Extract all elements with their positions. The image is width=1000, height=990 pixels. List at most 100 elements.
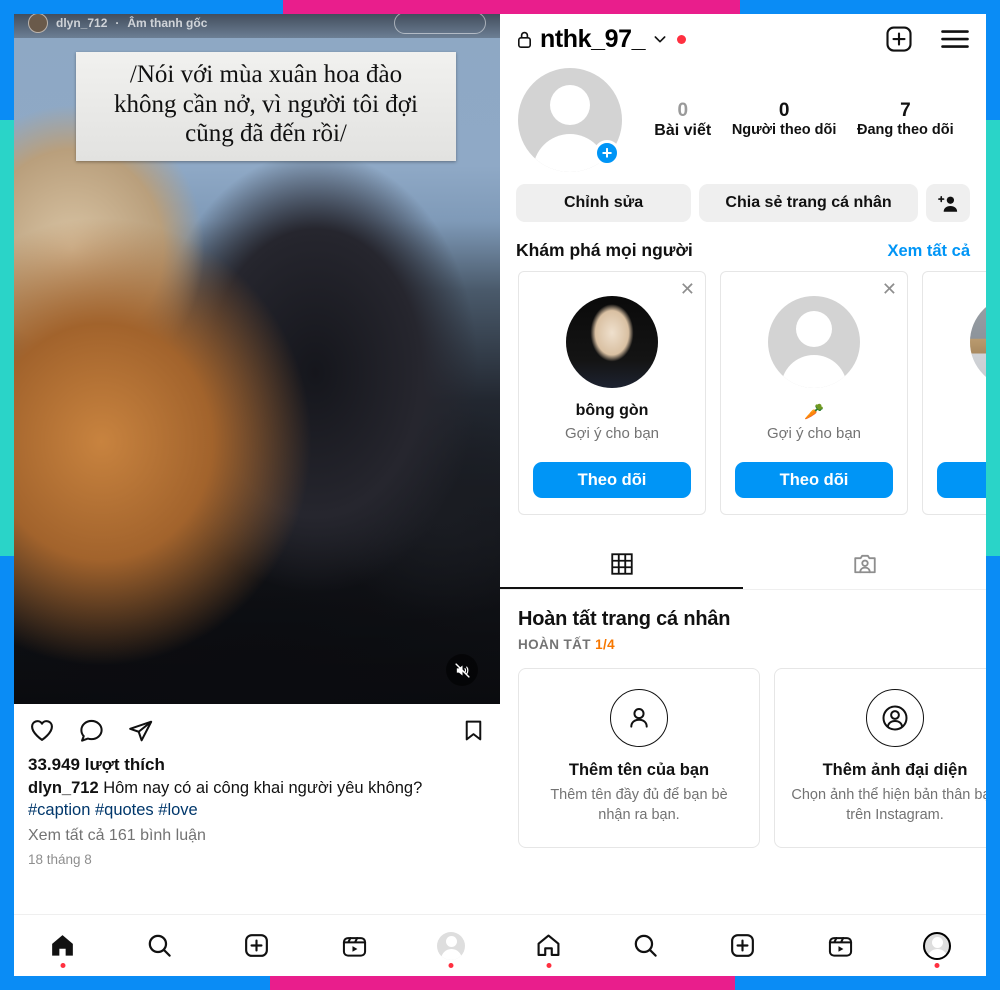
bookmark-icon	[465, 720, 482, 740]
quote-overlay: /Nói với mùa xuân hoa đào không cần nở, …	[76, 52, 456, 161]
tab-grid[interactable]	[500, 541, 743, 589]
discover-people-button[interactable]	[926, 184, 970, 222]
complete-card-title: Thêm ảnh đại diện	[822, 761, 968, 779]
search-icon	[634, 934, 658, 957]
complete-card[interactable]: Thêm tên của bạn Thêm tên đầy đủ để bạn …	[518, 668, 760, 849]
quote-line-2: không cần nở, vì người tôi đợi	[114, 90, 418, 118]
stat-followers-value: 0	[778, 99, 790, 121]
nav-home-badge-dot	[546, 962, 552, 968]
overlay-separator: ·	[115, 15, 120, 30]
reels-icon	[342, 937, 366, 957]
overlay-avatar	[28, 14, 48, 33]
overlay-username: dlyn_712	[56, 15, 108, 30]
left-bottom-navbar	[14, 914, 500, 976]
like-button[interactable]	[28, 716, 56, 749]
nav-search-left[interactable]	[130, 922, 190, 970]
nav-reels-left[interactable]	[324, 922, 384, 970]
right-bottom-navbar	[500, 914, 986, 976]
close-icon[interactable]: ✕	[680, 280, 695, 298]
complete-card-desc: Thêm tên đầy đủ để bạn bè nhận ra bạn.	[550, 787, 728, 823]
complete-profile-header: Hoàn tất trang cá nhân HOÀN TẤT 1/4	[500, 590, 986, 652]
nav-profile-badge-dot	[934, 962, 940, 968]
suggestion-avatar	[566, 296, 658, 388]
suggestion-card[interactable]: ✕ Hoàn Gợi ý c The	[922, 271, 986, 515]
stat-posts-value: 0	[677, 99, 689, 121]
nav-create-left[interactable]	[227, 922, 287, 970]
caption-hashtags[interactable]: #caption #quotes #love	[28, 800, 486, 822]
nav-search-right[interactable]	[616, 922, 676, 970]
suggestion-name: bông gòn	[575, 402, 649, 419]
mute-toggle-button[interactable]	[446, 654, 478, 686]
discover-see-all-link[interactable]: Xem tất cả	[887, 242, 970, 261]
comment-button[interactable]	[78, 717, 105, 749]
follow-button[interactable]: Theo dõi	[735, 462, 893, 498]
stat-following[interactable]: 7 Đang theo dõi	[857, 100, 954, 141]
complete-profile-cards[interactable]: Thêm tên của bạn Thêm tên đầy đủ để bạn …	[500, 652, 986, 849]
caption-username[interactable]: dlyn_712	[28, 779, 99, 797]
chevron-down-icon[interactable]	[652, 31, 668, 47]
decor-band-right-teal	[986, 120, 1000, 556]
comment-bubble-icon	[80, 719, 103, 742]
overlay-follow-button[interactable]	[394, 14, 486, 34]
nav-profile-left[interactable]	[421, 922, 481, 970]
quote-line-3: cũng đã đến rồi/	[185, 120, 347, 147]
stat-followers[interactable]: 0 Người theo dõi	[732, 100, 837, 141]
nav-profile-right[interactable]	[907, 922, 967, 970]
nav-home-right[interactable]	[519, 922, 579, 970]
stat-posts[interactable]: 0 Bài viết	[654, 100, 711, 141]
follow-button[interactable]: Theo dõi	[533, 462, 691, 498]
lock-icon	[517, 31, 532, 48]
nav-home-left[interactable]	[33, 922, 93, 970]
grid-icon	[610, 553, 633, 575]
discover-title: Khám phá mọi người	[516, 240, 693, 260]
progress-label: HOÀN TẤT	[518, 637, 591, 652]
tagged-person-icon	[853, 554, 876, 574]
profile-tabs	[500, 541, 986, 590]
account-notification-dot	[677, 34, 687, 44]
screenshot-root: dlyn_712 · Âm thanh gốc /Nói với mùa xuâ…	[0, 0, 1000, 990]
suggestion-card[interactable]: ✕ 🥕 Gợi ý cho bạn Theo dõi	[720, 271, 908, 515]
overlay-audio-label: Âm thanh gốc	[127, 15, 208, 30]
share-button[interactable]	[127, 717, 154, 749]
progress-value: 1/4	[595, 637, 616, 652]
caption-text: Hôm nay có ai công khai người yêu không?	[103, 779, 423, 797]
share-profile-button[interactable]: Chia sẻ trang cá nhân	[699, 184, 918, 222]
edit-profile-button[interactable]: Chỉnh sửa	[516, 184, 692, 222]
profile-avatar-wrap[interactable]: +	[518, 68, 622, 172]
plus-square-icon[interactable]	[884, 24, 914, 54]
follow-button[interactable]: The	[937, 462, 986, 498]
complete-profile-title: Hoàn tất trang cá nhân	[518, 608, 731, 630]
home-filled-icon	[52, 935, 73, 956]
add-photo-badge[interactable]: +	[594, 140, 620, 166]
hamburger-menu-icon[interactable]	[940, 26, 970, 52]
complete-profile-progress: HOÀN TẤT 1/4	[518, 637, 968, 652]
share-paper-plane-icon	[129, 720, 153, 741]
complete-card-title: Thêm tên của bạn	[568, 761, 710, 779]
quote-line-1: /Nói với mùa xuân hoa đào	[129, 61, 403, 88]
close-icon[interactable]: ✕	[882, 280, 897, 298]
view-comments-link[interactable]: Xem tất cả 161 bình luận	[28, 827, 486, 845]
nav-home-badge-dot	[60, 962, 66, 968]
profile-header: nthk_97_	[500, 14, 986, 62]
speaker-muted-icon	[454, 662, 470, 678]
nav-reels-right[interactable]	[810, 922, 870, 970]
post-date: 18 tháng 8	[28, 851, 92, 867]
post-media[interactable]: dlyn_712 · Âm thanh gốc /Nói với mùa xuâ…	[14, 14, 500, 704]
nav-create-right[interactable]	[713, 922, 773, 970]
discover-section-header: Khám phá mọi người Xem tất cả	[500, 234, 986, 271]
person-outline-icon	[610, 689, 668, 747]
home-outline-icon	[537, 934, 560, 957]
profile-username[interactable]: nthk_97_	[540, 25, 646, 54]
profile-action-buttons: Chỉnh sửa Chia sẻ trang cá nhân	[500, 176, 986, 234]
suggestion-name: 🥕	[804, 404, 824, 421]
stat-following-value: 7	[900, 99, 911, 121]
suggestion-subtitle: Gợi ý cho bạn	[564, 425, 660, 442]
suggestion-card-row[interactable]: ✕ bông gòn Gợi ý cho bạn Theo dõi ✕ 🥕 Gợ…	[500, 271, 986, 515]
suggestion-card[interactable]: ✕ bông gòn Gợi ý cho bạn Theo dõi	[518, 271, 706, 515]
search-icon	[148, 934, 172, 957]
suggestion-avatar	[970, 296, 986, 388]
save-button[interactable]	[461, 718, 486, 748]
complete-card[interactable]: Thêm ảnh đại diện Chọn ảnh thể hiện bản …	[774, 668, 986, 849]
tab-tagged[interactable]	[743, 541, 986, 589]
profile-stats-row: + 0 Bài viết 0 Người theo dõi 7 Đang the…	[500, 62, 986, 176]
